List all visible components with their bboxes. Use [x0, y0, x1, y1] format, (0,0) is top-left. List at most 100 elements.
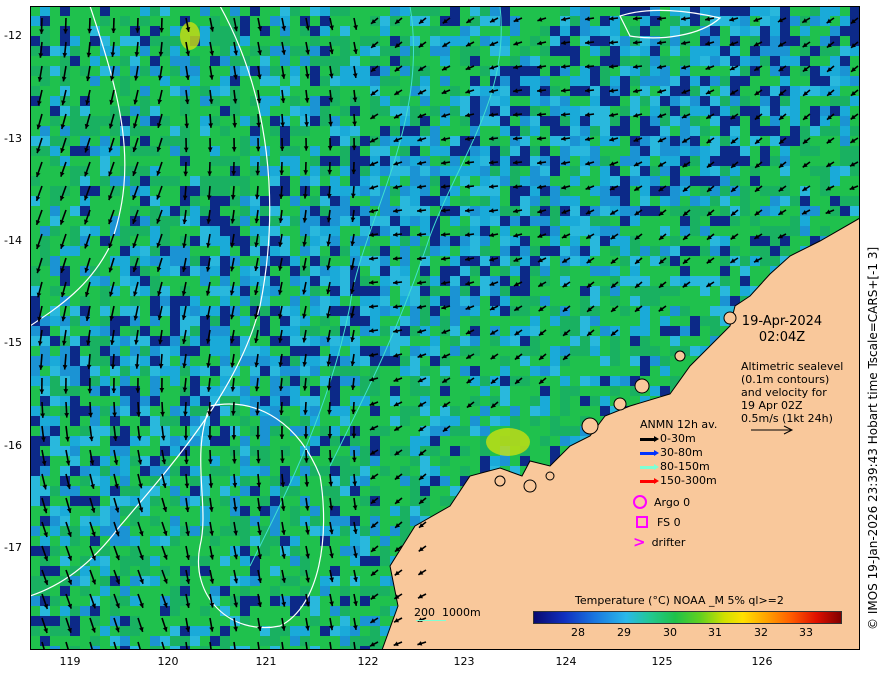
- sst-pixel: [590, 386, 600, 396]
- sst-pixel: [210, 236, 220, 246]
- sst-pixel: [600, 356, 610, 366]
- sst-pixel: [760, 266, 770, 276]
- sst-pixel: [570, 236, 580, 246]
- sst-pixel: [400, 416, 410, 426]
- sst-pixel: [170, 276, 180, 286]
- sst-pixel: [240, 246, 250, 256]
- sst-pixel: [290, 6, 300, 16]
- sst-pixel: [740, 266, 750, 276]
- sst-pixel: [260, 186, 270, 196]
- sst-pixel: [670, 256, 680, 266]
- sst-pixel: [840, 36, 850, 46]
- sst-pixel: [620, 96, 630, 106]
- sst-pixel: [540, 216, 550, 226]
- sst-pixel: [250, 216, 260, 226]
- sst-pixel: [760, 236, 770, 246]
- sst-pixel: [310, 106, 320, 116]
- sst-pixel: [500, 276, 510, 286]
- sst-pixel: [50, 496, 60, 506]
- sst-pixel: [160, 6, 170, 16]
- sst-pixel: [140, 116, 150, 126]
- sst-pixel: [70, 6, 80, 16]
- sst-pixel: [30, 156, 40, 166]
- sst-pixel: [590, 66, 600, 76]
- sst-pixel: [750, 146, 760, 156]
- sst-pixel: [190, 416, 200, 426]
- sst-pixel: [340, 416, 350, 426]
- sst-pixel: [100, 16, 110, 26]
- sst-pixel: [600, 326, 610, 336]
- sst-pixel: [470, 406, 480, 416]
- sst-pixel: [70, 426, 80, 436]
- sst-pixel: [410, 126, 420, 136]
- sst-pixel: [300, 126, 310, 136]
- sst-pixel: [250, 376, 260, 386]
- sst-pixel: [760, 126, 770, 136]
- sst-pixel: [800, 76, 810, 86]
- sst-pixel: [630, 176, 640, 186]
- sst-pixel: [170, 416, 180, 426]
- sst-pixel: [470, 156, 480, 166]
- sst-pixel: [50, 566, 60, 576]
- sst-pixel: [310, 546, 320, 556]
- sst-pixel: [370, 586, 380, 596]
- sst-pixel: [580, 366, 590, 376]
- sst-pixel: [310, 366, 320, 376]
- sst-pixel: [430, 176, 440, 186]
- sst-pixel: [840, 116, 850, 126]
- sst-pixel: [150, 226, 160, 236]
- sst-pixel: [460, 346, 470, 356]
- sst-pixel: [140, 206, 150, 216]
- sst-pixel: [320, 146, 330, 156]
- sst-pixel: [180, 176, 190, 186]
- sst-pixel: [260, 416, 270, 426]
- sst-pixel: [210, 196, 220, 206]
- sst-pixel: [50, 466, 60, 476]
- sst-pixel: [400, 56, 410, 66]
- sst-pixel: [440, 146, 450, 156]
- sst-pixel: [570, 206, 580, 216]
- sst-pixel: [550, 16, 560, 26]
- sst-pixel: [720, 166, 730, 176]
- sst-pixel: [360, 366, 370, 376]
- sst-pixel: [240, 156, 250, 166]
- sst-pixel: [120, 296, 130, 306]
- sst-pixel: [440, 216, 450, 226]
- sst-pixel: [570, 286, 580, 296]
- sst-pixel: [340, 496, 350, 506]
- sst-pixel: [660, 216, 670, 226]
- sst-pixel: [150, 446, 160, 456]
- sst-pixel: [360, 26, 370, 36]
- sst-pixel: [290, 16, 300, 26]
- sst-pixel: [750, 246, 760, 256]
- sst-pixel: [220, 486, 230, 496]
- sst-pixel: [720, 236, 730, 246]
- sst-pixel: [310, 226, 320, 236]
- sst-pixel: [570, 266, 580, 276]
- sst-pixel: [140, 246, 150, 256]
- sst-pixel: [520, 386, 530, 396]
- sst-pixel: [790, 76, 800, 86]
- sst-pixel: [530, 286, 540, 296]
- sst-pixel: [520, 26, 530, 36]
- sst-pixel: [370, 536, 380, 546]
- sst-pixel: [720, 256, 730, 266]
- sst-pixel: [560, 266, 570, 276]
- sst-pixel: [730, 196, 740, 206]
- sst-pixel: [290, 236, 300, 246]
- sst-pixel: [190, 576, 200, 586]
- sst-pixel: [140, 106, 150, 116]
- sst-pixel: [760, 176, 770, 186]
- sst-pixel: [450, 76, 460, 86]
- sst-pixel: [600, 386, 610, 396]
- sst-pixel: [400, 526, 410, 536]
- sst-pixel: [380, 146, 390, 156]
- sst-pixel: [280, 336, 290, 346]
- sst-pixel: [360, 476, 370, 486]
- sst-pixel: [80, 396, 90, 406]
- sst-pixel: [30, 346, 40, 356]
- sst-pixel: [690, 46, 700, 56]
- sst-pixel: [550, 216, 560, 226]
- sst-pixel: [590, 286, 600, 296]
- sst-pixel: [750, 6, 760, 16]
